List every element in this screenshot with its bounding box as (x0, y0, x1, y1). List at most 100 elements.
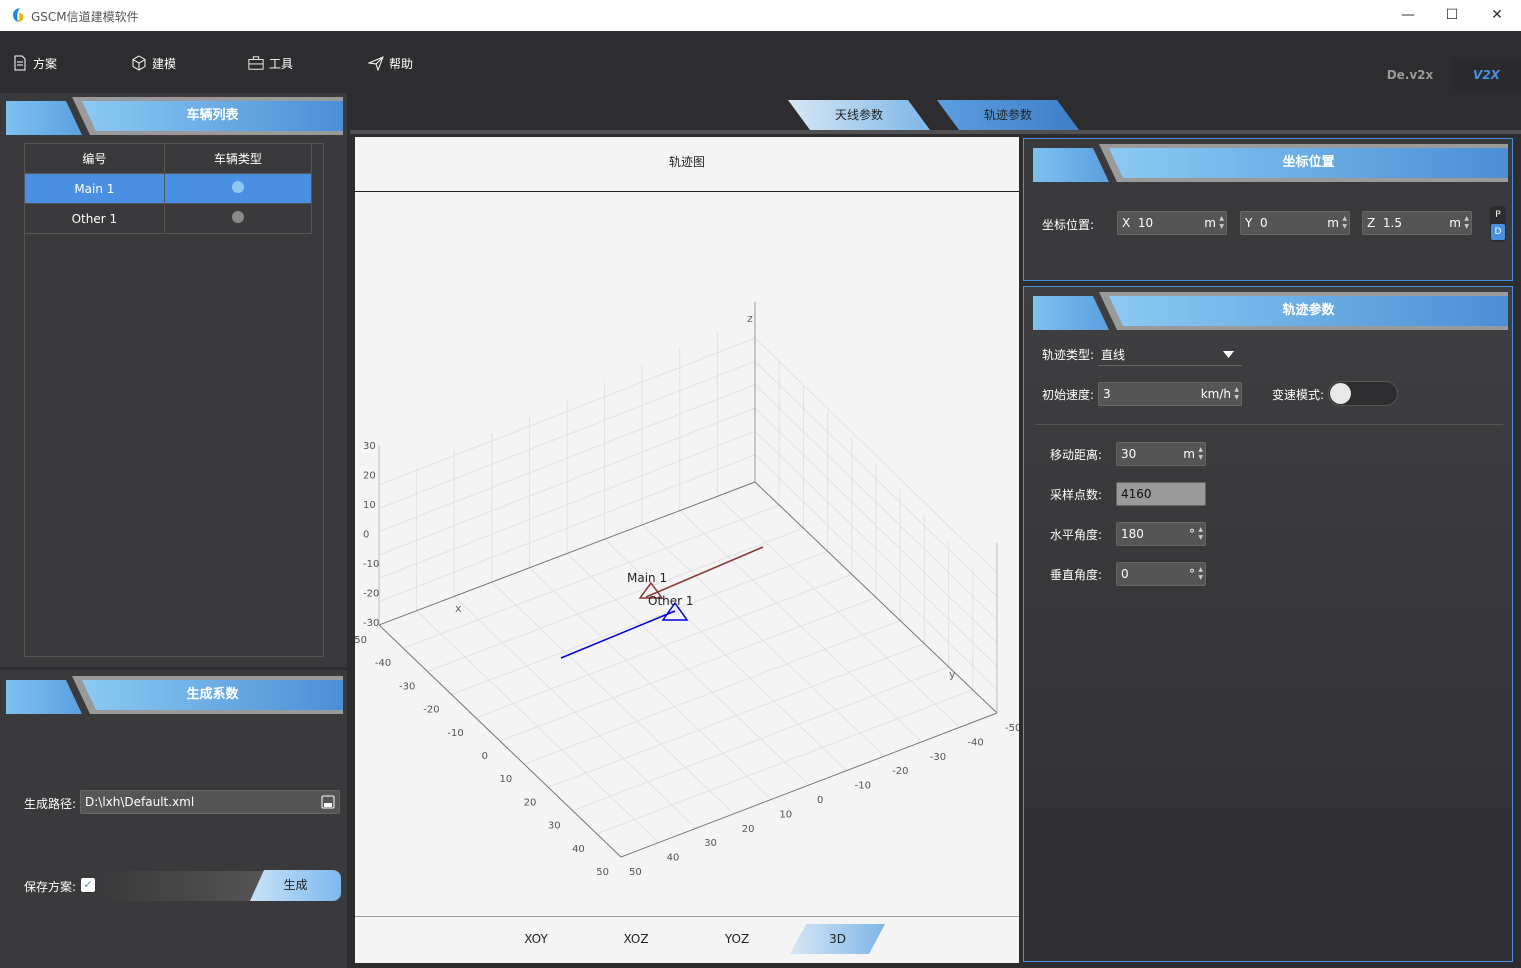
3d-plot[interactable]: z x y -50 -40 -30 -20 -10 0 10 20 30 40 50 50 40 30 20 10 0… (355, 137, 1019, 915)
close-icon[interactable]: ✕ (1482, 5, 1512, 25)
y-tick-label: 50 (629, 867, 642, 878)
tab-antenna-params[interactable]: 天线参数 (788, 100, 930, 130)
y-axis-label: Y (1245, 216, 1253, 230)
x-tick-label: -20 (423, 705, 439, 716)
vehicle-type-cell (163, 173, 313, 204)
z-tick-label: 0 (363, 530, 369, 541)
z-spinner-icon[interactable]: ▲ ▼ (1464, 215, 1469, 231)
tab-trajectory-params[interactable]: 轨迹参数 (937, 100, 1079, 130)
sample-count-label: 采样点数: (1050, 488, 1103, 502)
vangle-spinner-icon[interactable]: ▲ ▼ (1198, 566, 1203, 582)
speed-unit: km/h (1200, 387, 1231, 401)
column-header-id: 编号 (24, 143, 165, 174)
vehicle-type-cell (163, 203, 313, 234)
p-mode-button[interactable]: P (1490, 206, 1506, 224)
y-tick-label: 30 (704, 838, 717, 849)
horizontal-angle-input[interactable]: 180 ° ▲ ▼ (1116, 522, 1206, 546)
view-yoz-button[interactable]: YOZ (707, 924, 767, 954)
hangle-spinner-icon[interactable]: ▲ ▼ (1198, 526, 1203, 542)
move-distance-label: 移动距离: (1050, 448, 1103, 462)
vangle-unit: ° (1189, 567, 1195, 581)
coordinate-label: 坐标位置: (1042, 218, 1095, 232)
coordinate-header: 坐标位置 (1033, 144, 1508, 182)
minimize-icon[interactable]: — (1393, 5, 1423, 25)
y-tick-label: 40 (667, 853, 680, 864)
x-coordinate-input[interactable]: X 10 m ▲ ▼ (1117, 211, 1227, 235)
document-icon (14, 55, 26, 71)
z-tick-label: -30 (363, 618, 379, 629)
trajectory-header: 轨迹参数 (1033, 292, 1508, 330)
send-icon (368, 56, 384, 71)
z-tick-label: -10 (363, 559, 379, 570)
app-logo-icon (13, 8, 24, 22)
x-axis-label: X (1122, 216, 1131, 230)
x-tick-label: 20 (524, 797, 537, 808)
maximize-icon[interactable]: ☐ (1437, 5, 1467, 25)
x-value: 10 (1137, 216, 1154, 230)
menu-help[interactable]: 帮助 (368, 53, 413, 73)
menu-modeling[interactable]: 建模 (131, 53, 176, 73)
distance-unit: m (1183, 447, 1195, 461)
speed-spinner-icon[interactable]: ▲ ▼ (1234, 386, 1239, 402)
y-coordinate-input[interactable]: Y 0 m ▲ ▼ (1240, 211, 1350, 235)
y-tick-label: -30 (930, 752, 946, 763)
path-label: 生成路径: (24, 797, 77, 811)
variable-speed-toggle[interactable] (1328, 381, 1398, 406)
initial-speed-input[interactable]: 3 km/h ▲ ▼ (1098, 382, 1242, 406)
vehicle-id: Other 1 (24, 203, 165, 234)
vehicle-table: 编号 车辆类型 Main 1 Other 1 (24, 143, 313, 234)
trajectory-type-label: 轨迹类型: (1042, 348, 1095, 362)
z-axis-label: z (747, 312, 753, 325)
trajectory-title: 轨迹参数 (1109, 296, 1508, 326)
trajectory-type-select[interactable]: 直线 (1098, 342, 1242, 366)
menu-scheme-label: 方案 (33, 56, 58, 71)
menu-scheme[interactable]: 方案 (12, 53, 57, 73)
save-scheme-label: 保存方案: (24, 880, 77, 894)
d-mode-button[interactable]: D (1491, 224, 1505, 240)
horizontal-angle-label: 水平角度: (1050, 528, 1103, 542)
menu-modeling-label: 建模 (152, 56, 177, 71)
window-title: GSCM信道建模软件 (31, 10, 139, 24)
z-coordinate-input[interactable]: Z 1.5 m ▲ ▼ (1362, 211, 1472, 235)
move-distance-input[interactable]: 30 m ▲ ▼ (1116, 442, 1206, 466)
pd-toggle[interactable]: P D (1490, 206, 1506, 242)
other-1-trajectory (560, 610, 676, 659)
path-input[interactable]: D:\lxh\Default.xml (80, 790, 340, 814)
toggle-knob (1330, 383, 1351, 404)
x-tick-label: 50 (596, 867, 609, 878)
version-v2x[interactable]: V2X (1452, 60, 1521, 90)
view-xoy-button[interactable]: XOY (506, 924, 566, 954)
x-spinner-icon[interactable]: ▲ ▼ (1219, 215, 1224, 231)
sample-count-value: 4160 (1121, 487, 1152, 501)
distance-spinner-icon[interactable]: ▲ ▼ (1198, 446, 1203, 462)
view-xoz-button[interactable]: XOZ (606, 924, 666, 954)
y-tick-label: -50 (1005, 723, 1019, 734)
y-spinner-icon[interactable]: ▲ ▼ (1342, 215, 1347, 231)
y-tick-label: -10 (855, 781, 871, 792)
save-icon[interactable] (321, 795, 335, 809)
y-tick-label: 0 (817, 795, 823, 806)
z-tick-label: -20 (363, 589, 379, 600)
z-tick-label: 30 (363, 441, 376, 452)
initial-speed-value: 3 (1103, 387, 1111, 401)
z-unit: m (1449, 216, 1461, 230)
view-divider (355, 916, 1019, 917)
generate-button[interactable]: 生成 (250, 870, 341, 901)
vertical-angle-input[interactable]: 0 ° ▲ ▼ (1116, 562, 1206, 586)
table-row[interactable]: Main 1 (24, 173, 313, 204)
z-axis-label: Z (1367, 216, 1376, 230)
generate-panel (0, 670, 347, 968)
x-tick-label: -50 (355, 635, 367, 646)
cube-icon (132, 55, 146, 71)
y-unit: m (1327, 216, 1339, 230)
menu-tools[interactable]: 工具 (248, 53, 293, 73)
move-distance-value: 30 (1121, 447, 1137, 461)
version-dev[interactable]: De.v2x (1370, 60, 1450, 90)
view-3d-button[interactable]: 3D (790, 924, 885, 954)
vehicle-list-title: 车辆列表 (82, 101, 343, 131)
vehicle-type-dot-icon (231, 211, 244, 223)
horizontal-angle-value: 180 (1121, 527, 1144, 541)
table-row[interactable]: Other 1 (24, 203, 313, 234)
save-scheme-checkbox[interactable]: ✓ (81, 878, 95, 892)
toolbox-icon (248, 56, 264, 70)
